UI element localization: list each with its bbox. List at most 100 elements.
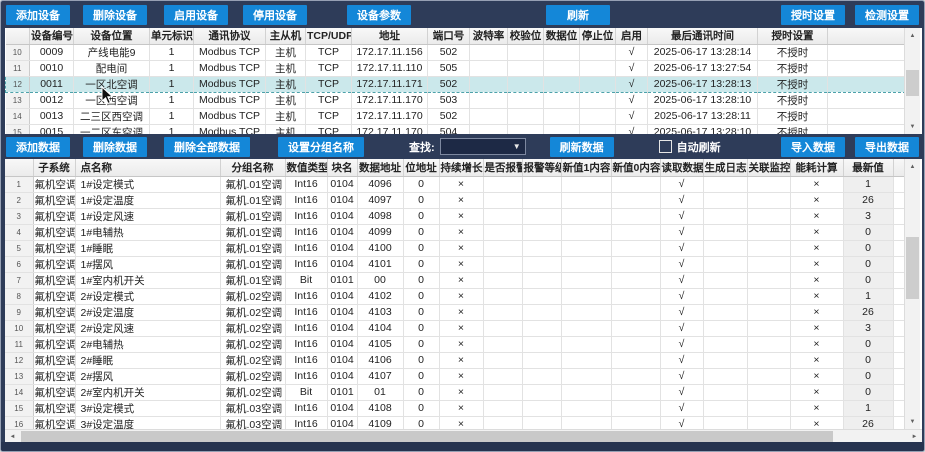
col-read-data[interactable]: 读取数据 xyxy=(660,159,703,176)
row-number[interactable]: 11 xyxy=(5,336,33,352)
device-row[interactable]: 14 0013 二三区西空调 1 Modbus TCP 主机 TCP 172.1… xyxy=(6,108,907,124)
refresh-data-button[interactable]: 刷新数据 xyxy=(550,137,614,157)
device-row[interactable]: 11 0010 配电间 1 Modbus TCP 主机 TCP 172.17.1… xyxy=(6,60,907,76)
col-is-alarm[interactable]: 是否报警 xyxy=(483,159,522,176)
row-number[interactable]: 10 xyxy=(6,44,30,60)
detection-settings-button[interactable]: 检测设置 xyxy=(855,5,919,25)
point-row[interactable]: 10 氟机空调 2#设定风速 氟机.02空调 Int16 0104 4104 0… xyxy=(5,320,907,336)
device-table-vscroll[interactable]: ▲ ▼ xyxy=(904,28,920,134)
col-device-location[interactable]: 设备位置 xyxy=(74,28,150,44)
enable-device-button[interactable]: 启用设备 xyxy=(164,5,228,25)
row-number[interactable]: 7 xyxy=(5,272,33,288)
col-unit-id[interactable]: 单元标识 xyxy=(150,28,194,44)
scroll-up-icon[interactable]: ▲ xyxy=(905,159,920,174)
scroll-up-icon[interactable]: ▲ xyxy=(905,28,920,43)
row-number[interactable]: 5 xyxy=(5,240,33,256)
col-parity[interactable]: 校验位 xyxy=(508,28,544,44)
auto-refresh-checkbox[interactable]: 自动刷新 xyxy=(659,139,721,155)
delete-all-data-button[interactable]: 删除全部数据 xyxy=(164,137,250,157)
row-number[interactable]: 8 xyxy=(5,288,33,304)
scroll-down-icon[interactable]: ▼ xyxy=(905,119,920,134)
col-latest-value[interactable]: 最新值 xyxy=(843,159,893,176)
point-row[interactable]: 1 氟机空调 1#设定模式 氟机.01空调 Int16 0104 4096 0 … xyxy=(5,176,907,192)
point-row[interactable]: 12 氟机空调 2#睡眠 氟机.02空调 Int16 0104 4106 0 × xyxy=(5,352,907,368)
col-new-value0[interactable]: 新值0内容 xyxy=(611,159,660,176)
row-number[interactable]: 3 xyxy=(5,208,33,224)
checkbox-icon[interactable] xyxy=(659,140,672,153)
timing-settings-button[interactable]: 授时设置 xyxy=(781,5,845,25)
row-number[interactable]: 12 xyxy=(6,76,30,92)
refresh-devices-button[interactable]: 刷新 xyxy=(546,5,610,25)
col-block-name[interactable]: 块名 xyxy=(327,159,357,176)
row-number[interactable]: 14 xyxy=(6,108,30,124)
col-continuous-growth[interactable]: 持续增长 xyxy=(439,159,483,176)
row-number[interactable]: 16 xyxy=(5,416,33,429)
find-combo[interactable]: ▼ xyxy=(440,138,526,155)
col-subsystem[interactable]: 子系统 xyxy=(33,159,75,176)
add-data-button[interactable]: 添加数据 xyxy=(6,137,70,157)
point-row[interactable]: 3 氟机空调 1#设定风速 氟机.01空调 Int16 0104 4098 0 … xyxy=(5,208,907,224)
row-number[interactable]: 1 xyxy=(5,176,33,192)
point-table-vscroll[interactable]: ▲ ▼ xyxy=(904,159,920,429)
row-number[interactable]: 4 xyxy=(5,224,33,240)
row-number[interactable]: 6 xyxy=(5,256,33,272)
row-number[interactable]: 14 xyxy=(5,384,33,400)
col-linked-monitor[interactable]: 关联监控 xyxy=(747,159,790,176)
device-params-button[interactable]: 设备参数 xyxy=(347,5,411,25)
col-group-name[interactable]: 分组名称 xyxy=(220,159,285,176)
scroll-down-icon[interactable]: ▼ xyxy=(905,414,920,429)
row-number[interactable]: 13 xyxy=(6,92,30,108)
export-data-button[interactable]: 导出数据 xyxy=(855,137,919,157)
set-group-name-button[interactable]: 设置分组名称 xyxy=(278,137,364,157)
point-row[interactable]: 8 氟机空调 2#设定模式 氟机.02空调 Int16 0104 4102 0 … xyxy=(5,288,907,304)
row-number[interactable]: 10 xyxy=(5,320,33,336)
point-scroll-thumb[interactable] xyxy=(906,237,919,299)
point-row[interactable]: 2 氟机空调 1#设定温度 氟机.01空调 Int16 0104 4097 0 … xyxy=(5,192,907,208)
point-row[interactable]: 15 氟机空调 3#设定模式 氟机.03空调 Int16 0104 4108 0… xyxy=(5,400,907,416)
point-row[interactable]: 4 氟机空调 1#电辅热 氟机.01空调 Int16 0104 4099 0 × xyxy=(5,224,907,240)
disable-device-button[interactable]: 停用设备 xyxy=(243,5,307,25)
row-number[interactable]: 11 xyxy=(6,60,30,76)
row-number[interactable]: 12 xyxy=(5,352,33,368)
device-row[interactable]: 12 0011 一区北空调 1 Modbus TCP 主机 TCP 172.17… xyxy=(6,76,907,92)
import-data-button[interactable]: 导入数据 xyxy=(781,137,845,157)
row-number[interactable]: 15 xyxy=(6,124,30,134)
point-row[interactable]: 11 氟机空调 2#电辅热 氟机.02空调 Int16 0104 4105 0 … xyxy=(5,336,907,352)
delete-device-button[interactable]: 删除设备 xyxy=(83,5,147,25)
device-row[interactable]: 15 0015 一二区东空调 1 Modbus TCP 主机 TCP 172.1… xyxy=(6,124,907,134)
col-gen-log[interactable]: 生成日志 xyxy=(703,159,747,176)
point-row[interactable]: 6 氟机空调 1#摆风 氟机.01空调 Int16 0104 4101 0 × xyxy=(5,256,907,272)
point-row[interactable]: 16 氟机空调 3#设定温度 氟机.03空调 Int16 0104 4109 0… xyxy=(5,416,907,429)
col-protocol[interactable]: 通讯协议 xyxy=(194,28,266,44)
row-number[interactable]: 13 xyxy=(5,368,33,384)
col-baud-rate[interactable]: 波特率 xyxy=(470,28,508,44)
col-stop-bits[interactable]: 停止位 xyxy=(580,28,616,44)
col-address[interactable]: 地址 xyxy=(352,28,428,44)
col-point-name[interactable]: 点名称 xyxy=(75,159,220,176)
point-row[interactable]: 5 氟机空调 1#睡眠 氟机.01空调 Int16 0104 4100 0 × xyxy=(5,240,907,256)
point-row[interactable]: 13 氟机空调 2#摆风 氟机.02空调 Int16 0104 4107 0 × xyxy=(5,368,907,384)
col-value-type[interactable]: 数值类型 xyxy=(285,159,327,176)
col-enabled[interactable]: 启用 xyxy=(616,28,648,44)
row-number[interactable]: 2 xyxy=(5,192,33,208)
delete-data-button[interactable]: 删除数据 xyxy=(83,137,147,157)
col-new-value1[interactable]: 新值1内容 xyxy=(561,159,611,176)
col-port[interactable]: 端口号 xyxy=(428,28,470,44)
add-device-button[interactable]: 添加设备 xyxy=(6,5,70,25)
col-bit-address[interactable]: 位地址 xyxy=(403,159,439,176)
row-number[interactable]: 9 xyxy=(5,304,33,320)
row-number[interactable]: 15 xyxy=(5,400,33,416)
col-last-comm-time[interactable]: 最后通讯时间 xyxy=(648,28,758,44)
col-timing[interactable]: 授时设置 xyxy=(758,28,828,44)
col-master-slave[interactable]: 主从机 xyxy=(266,28,306,44)
device-row[interactable]: 10 0009 产线电能9 1 Modbus TCP 主机 TCP 172.17… xyxy=(6,44,907,60)
col-data-bits[interactable]: 数据位 xyxy=(544,28,580,44)
col-alarm-level[interactable]: 报警等级 xyxy=(522,159,561,176)
device-scroll-thumb[interactable] xyxy=(906,70,919,96)
point-row[interactable]: 14 氟机空调 2#室内机开关 氟机.02空调 Bit 0101 01 0 × xyxy=(5,384,907,400)
col-tcp-udp[interactable]: TCP/UDP xyxy=(306,28,352,44)
device-row[interactable]: 13 0012 一区西空调 1 Modbus TCP 主机 TCP 172.17… xyxy=(6,92,907,108)
col-energy-calc[interactable]: 能耗计算 xyxy=(790,159,843,176)
point-row[interactable]: 7 氟机空调 1#室内机开关 氟机.01空调 Bit 0101 00 0 × √ xyxy=(5,272,907,288)
point-row[interactable]: 9 氟机空调 2#设定温度 氟机.02空调 Int16 0104 4103 0 … xyxy=(5,304,907,320)
